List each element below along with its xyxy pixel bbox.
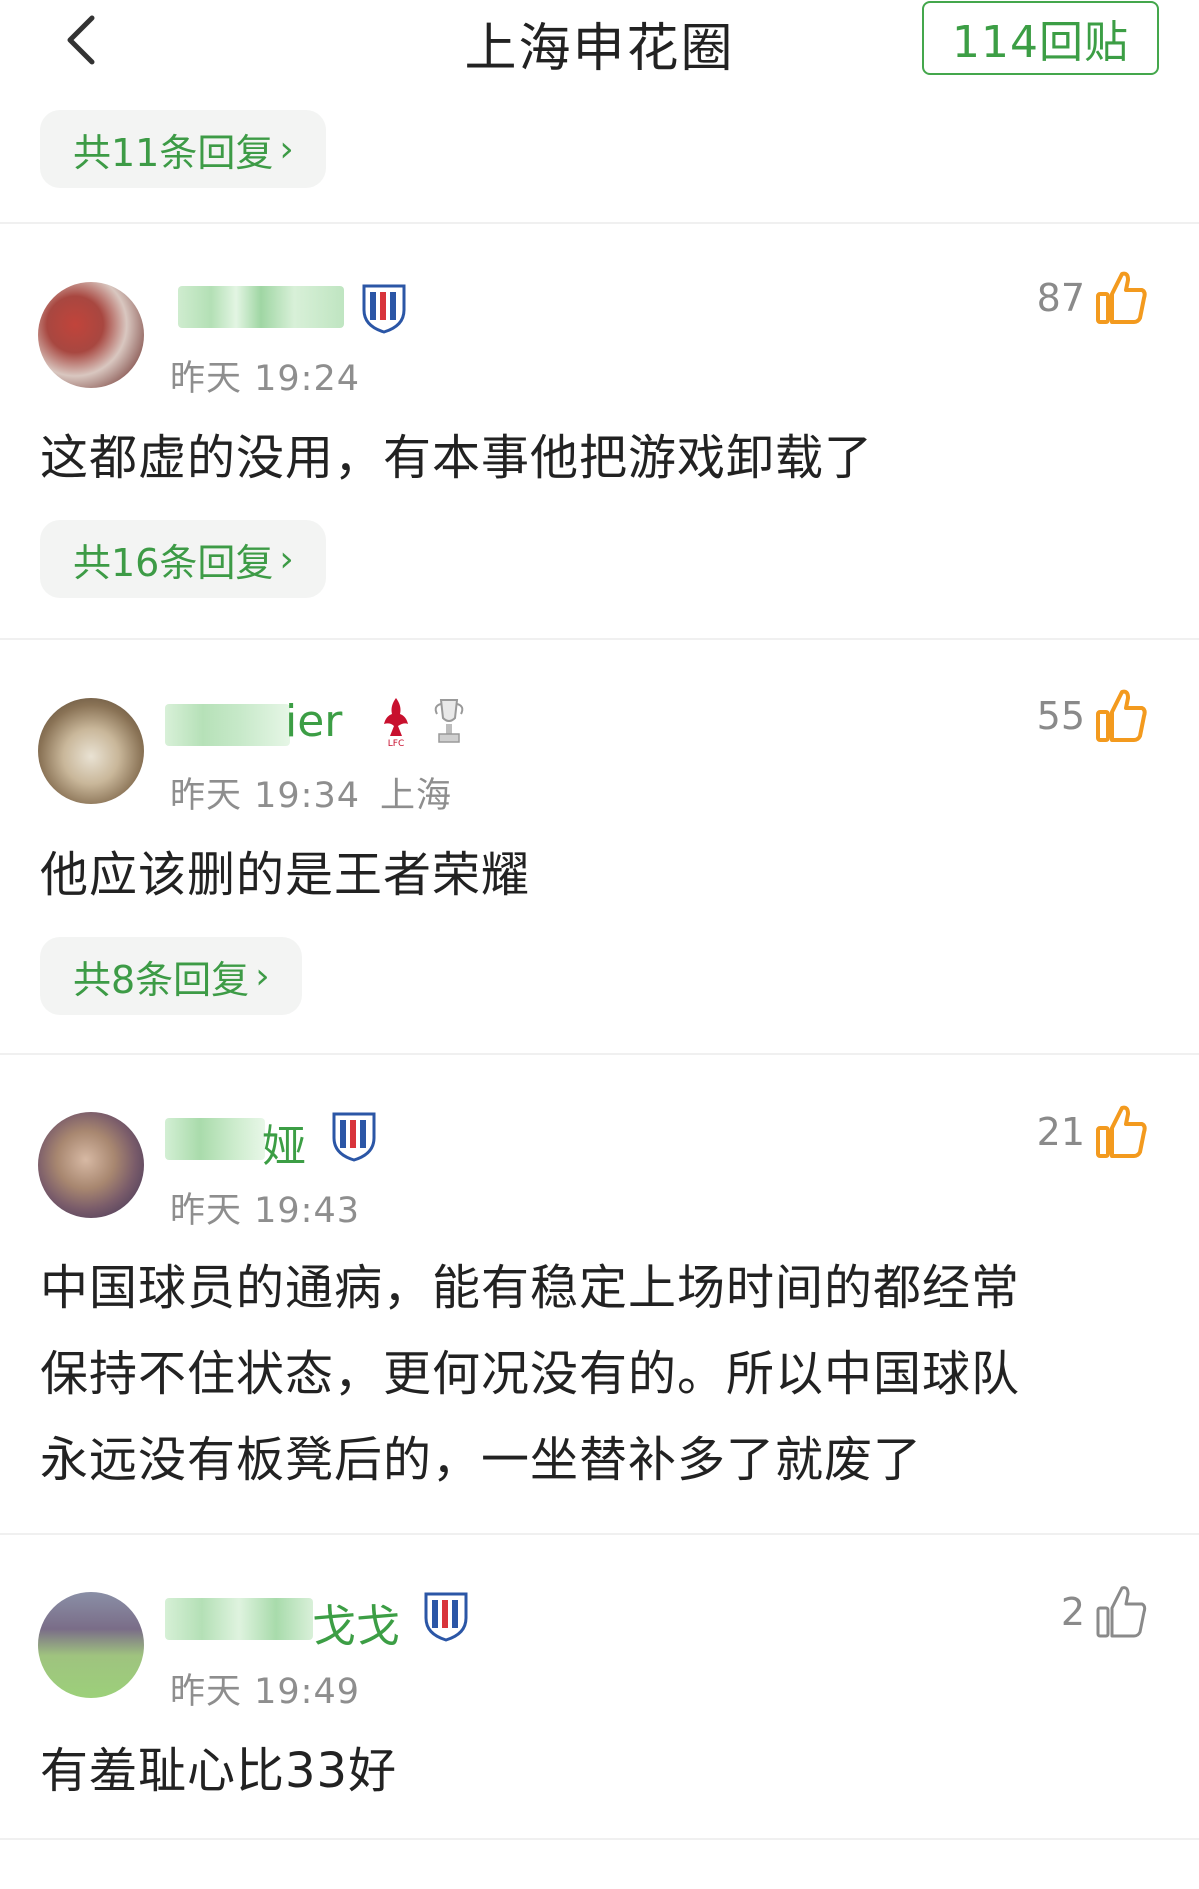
thumbs-up-icon[interactable] (1096, 1584, 1148, 1640)
replies-pill[interactable]: 共16条回复 › (40, 520, 326, 598)
shenhua-badge-icon (360, 280, 408, 334)
chevron-right-icon: › (279, 538, 294, 580)
replies-pill[interactable]: 共11条回复 › (40, 110, 326, 188)
trophy-icon (425, 694, 473, 748)
comment-line: 中国球员的通病，能有稳定上场时间的都经常 (40, 1260, 1021, 1316)
username[interactable]: 戈戈 (312, 1590, 400, 1654)
comment-meta: 昨天 19:49 (170, 1663, 360, 1714)
avatar[interactable] (38, 282, 144, 388)
thumbs-up-icon[interactable] (1096, 688, 1148, 744)
comment-meta: 昨天 19:43 (170, 1182, 360, 1233)
thumbs-up-icon[interactable] (1096, 270, 1148, 326)
svg-text:LFC: LFC (388, 739, 404, 748)
like-count: 2 (1060, 1590, 1085, 1634)
timestamp: 昨天 19:43 (170, 1191, 360, 1231)
comment-text: 中国球员的通病，能有稳定上场时间的都经常 保持不住状态，更何况没有的。所以中国球… (40, 1245, 1020, 1503)
divider (0, 638, 1199, 640)
like-count: 21 (1036, 1110, 1085, 1154)
like-count: 55 (1036, 694, 1085, 738)
comment-meta: 昨天 19:24 (170, 350, 360, 401)
like-count: 87 (1036, 276, 1085, 320)
avatar[interactable] (38, 698, 144, 804)
thumbs-up-icon[interactable] (1096, 1104, 1148, 1160)
divider (0, 1533, 1199, 1535)
comment-line: 永远没有板凳后的，一坐替补多了就废了 (40, 1432, 923, 1488)
username-blurred[interactable] (165, 1598, 313, 1640)
timestamp: 昨天 19:49 (170, 1672, 360, 1712)
replies-pill-label: 共8条回复 (73, 957, 250, 1002)
comment-line: 他应该删的是王者荣耀 (40, 847, 531, 903)
comment-meta: 昨天 19:34 上海 (170, 767, 452, 818)
comment-text: 他应该删的是王者荣耀 (40, 832, 530, 918)
username-blurred[interactable] (165, 1118, 265, 1160)
timestamp: 昨天 19:24 (170, 359, 360, 399)
chevron-right-icon: › (279, 128, 294, 170)
replies-pill-label: 共16条回复 (73, 540, 274, 585)
avatar[interactable] (38, 1592, 144, 1698)
username-blurred[interactable] (178, 286, 344, 328)
comment-line: 保持不住状态，更何况没有的。所以中国球队 (40, 1346, 1021, 1402)
avatar[interactable] (38, 1112, 144, 1218)
divider (0, 222, 1199, 224)
liverpool-badge-icon: LFC (372, 694, 420, 749)
comment-line: 这都虚的没用，有本事他把游戏卸载了 (40, 430, 874, 486)
replies-pill-label: 共11条回复 (73, 130, 274, 175)
shenhua-badge-icon (330, 1108, 378, 1162)
username-blurred[interactable] (165, 704, 290, 746)
replies-pill[interactable]: 共8条回复 › (40, 937, 302, 1015)
top-bar: 上海申花圈 114回贴 (0, 0, 1199, 90)
comment-line: 有羞耻心比33好 (40, 1743, 398, 1799)
username[interactable]: 娅 (262, 1110, 306, 1174)
username[interactable]: ier (285, 696, 342, 747)
divider (0, 1838, 1199, 1840)
location: 上海 (380, 776, 453, 816)
reply-count-button[interactable]: 114回贴 (922, 1, 1159, 75)
timestamp: 昨天 19:34 (170, 776, 360, 816)
shenhua-badge-icon (422, 1588, 470, 1642)
chevron-right-icon: › (255, 955, 270, 997)
comment-text: 有羞耻心比33好 (40, 1728, 397, 1814)
divider (0, 1053, 1199, 1055)
comment-text: 这都虚的没用，有本事他把游戏卸载了 (40, 415, 873, 501)
